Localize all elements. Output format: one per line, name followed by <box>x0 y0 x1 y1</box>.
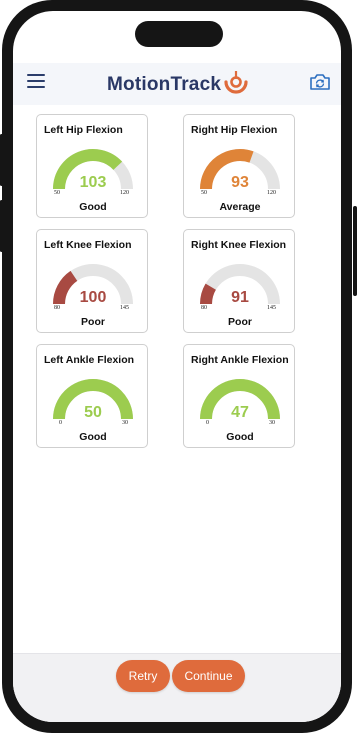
gauge-title: Right Hip Flexion <box>191 124 278 136</box>
dynamic-island <box>135 21 223 47</box>
camera-switch-icon[interactable] <box>309 73 331 91</box>
gauge-max-label: 145 <box>267 305 276 311</box>
gauge-max-label: 30 <box>122 420 128 426</box>
gauge-title: Right Ankle Flexion <box>191 354 289 366</box>
gauge-min-label: 80 <box>54 305 60 311</box>
hamburger-icon[interactable] <box>27 74 45 88</box>
app-logo: MotionTrack <box>107 71 249 99</box>
gauge-min-label: 50 <box>54 190 60 196</box>
gauge-status: Poor <box>228 316 252 328</box>
gauge-card-left-ankle[interactable]: Left Ankle Flexion 50 0 30 Good <box>36 344 148 448</box>
gauge-title: Left Ankle Flexion <box>44 354 135 366</box>
logo-target-icon <box>224 71 248 94</box>
app-header: MotionTrack <box>13 63 341 106</box>
action-bar: Retry Continue <box>13 653 341 722</box>
gauge-title: Right Knee Flexion <box>191 239 287 251</box>
gauge-status: Good <box>79 201 107 213</box>
gauge-min-label: 50 <box>201 190 207 196</box>
app-screen: MotionTrack Left Hip Flexion 103 50 120 … <box>13 11 341 722</box>
gauge-card-left-knee[interactable]: Left Knee Flexion 100 80 145 Poor <box>36 229 148 333</box>
gauge-min-label: 80 <box>201 305 207 311</box>
gauge-title: Left Knee Flexion <box>44 239 132 251</box>
gauge-card-left-hip[interactable]: Left Hip Flexion 103 50 120 Good <box>36 114 148 218</box>
gauge-status: Good <box>226 431 254 443</box>
gauge-grid: Left Hip Flexion 103 50 120 Good Right H… <box>13 105 341 653</box>
retry-button[interactable]: Retry <box>116 660 170 692</box>
continue-button[interactable]: Continue <box>172 660 245 692</box>
gauge-value: 47 <box>231 404 249 421</box>
gauge-card-right-knee[interactable]: Right Knee Flexion 91 80 145 Poor <box>183 229 295 333</box>
gauge-card-right-ankle[interactable]: Right Ankle Flexion 47 0 30 Good <box>183 344 295 448</box>
gauge-max-label: 120 <box>120 190 129 196</box>
gauge-max-label: 145 <box>120 305 129 311</box>
gauge-min-label: 0 <box>59 420 62 426</box>
gauge-title: Left Hip Flexion <box>44 124 123 136</box>
gauge-value: 50 <box>84 404 102 421</box>
gauge-max-label: 30 <box>269 420 275 426</box>
app-title: MotionTrack <box>107 74 222 95</box>
phone-frame: MotionTrack Left Hip Flexion 103 50 120 … <box>2 0 352 733</box>
gauge-status: Good <box>79 431 107 443</box>
gauge-status: Average <box>219 201 261 213</box>
phone-side-button <box>353 206 357 296</box>
gauge-min-label: 0 <box>206 420 209 426</box>
gauge-max-label: 120 <box>267 190 276 196</box>
gauge-status: Poor <box>81 316 105 328</box>
gauge-card-right-hip[interactable]: Right Hip Flexion 93 50 120 Average <box>183 114 295 218</box>
